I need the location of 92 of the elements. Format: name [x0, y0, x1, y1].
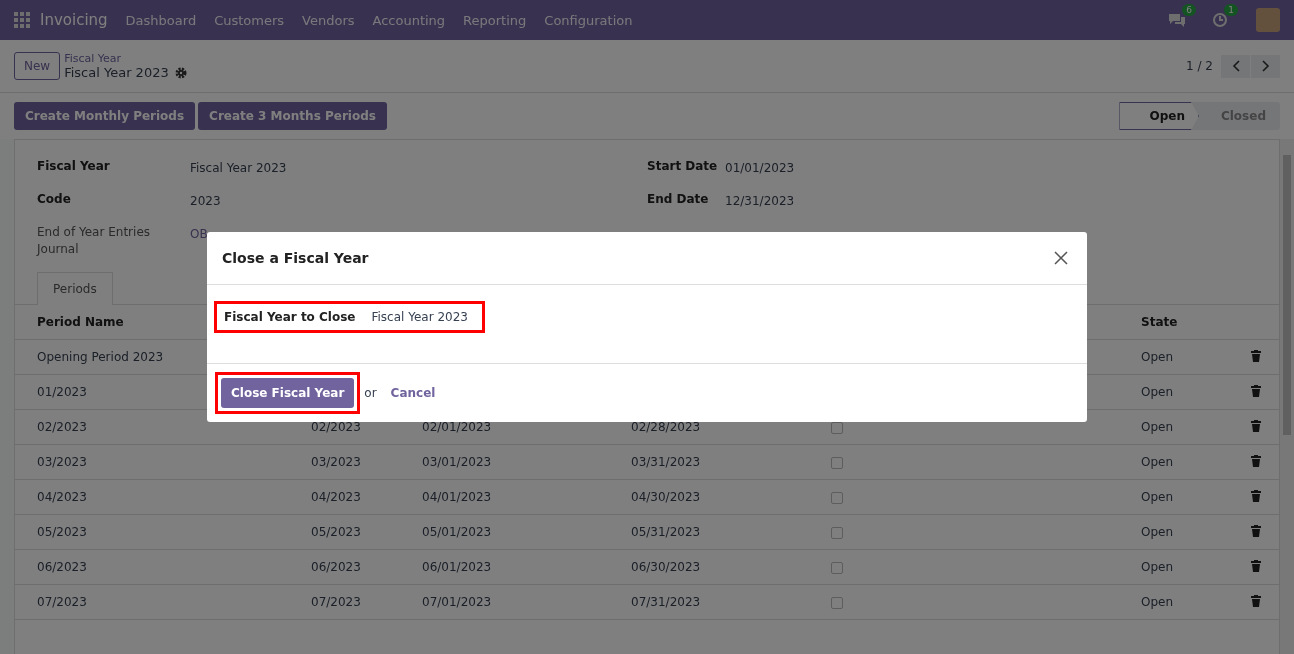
- field-value: 01/01/2023: [725, 160, 795, 177]
- activity-count-badge: 1: [1224, 4, 1238, 16]
- tab[interactable]: Periods: [37, 272, 113, 305]
- field-label: Fiscal Year: [37, 158, 111, 175]
- field-label: Code: [37, 191, 72, 208]
- table-cell: 07/2023: [37, 595, 87, 609]
- table-cell: Open: [1141, 455, 1174, 469]
- table-cell: 05/31/2023: [631, 525, 701, 539]
- apps-grid-icon[interactable]: [14, 12, 30, 28]
- table-cell: 03/2023: [311, 455, 361, 469]
- gear-icon[interactable]: [174, 66, 187, 79]
- table-cell: Open: [1141, 595, 1174, 609]
- field-label: End of Year Entries Journal: [37, 224, 151, 258]
- trash-icon[interactable]: [1251, 559, 1261, 572]
- new-button[interactable]: New: [14, 52, 61, 80]
- table-cell: 04/01/2023: [422, 490, 492, 504]
- dialog-title: Close a Fiscal Year: [222, 250, 369, 266]
- checkbox[interactable]: [831, 456, 843, 469]
- table-cell: 06/2023: [37, 560, 87, 574]
- table-cell: Open: [1141, 385, 1174, 399]
- checkbox[interactable]: [831, 526, 843, 539]
- trash-icon[interactable]: [1251, 454, 1261, 467]
- checkbox[interactable]: [831, 596, 843, 609]
- field-value: 2023: [190, 193, 221, 210]
- table-cell: 03/2023: [37, 455, 87, 469]
- status-stage[interactable]: Open: [1119, 102, 1199, 130]
- table-cell: 05/01/2023: [422, 525, 492, 539]
- journal-link[interactable]: OB: [190, 224, 208, 258]
- trash-icon[interactable]: [1251, 419, 1261, 432]
- checkbox[interactable]: [831, 561, 843, 574]
- table-cell: 04/30/2023: [631, 490, 701, 504]
- trash-icon[interactable]: [1251, 524, 1261, 537]
- column-header[interactable]: State: [1141, 315, 1178, 329]
- pager-value: 1 / 2: [1186, 59, 1213, 73]
- menu-item[interactable]: Customers: [214, 12, 285, 28]
- menu-item[interactable]: Dashboard: [125, 12, 197, 28]
- table-cell: 02/2023: [311, 420, 361, 434]
- table-cell: 05/2023: [311, 525, 361, 539]
- action-button[interactable]: Create Monthly Periods: [14, 102, 196, 130]
- table-cell: 07/01/2023: [422, 595, 492, 609]
- table-cell: Open: [1141, 560, 1174, 574]
- table-cell: 07/2023: [311, 595, 361, 609]
- menu-item[interactable]: Configuration: [544, 12, 633, 28]
- field-label: Start Date: [647, 158, 719, 175]
- table-cell: 06/2023: [311, 560, 361, 574]
- field-label: End Date: [647, 191, 710, 208]
- table-cell: 04/2023: [37, 490, 87, 504]
- column-header[interactable]: Period Name: [37, 315, 124, 329]
- action-button[interactable]: Create 3 Months Periods: [198, 102, 387, 130]
- table-cell: Open: [1141, 350, 1174, 364]
- table-cell: 02/01/2023: [422, 420, 492, 434]
- table-cell: 06/30/2023: [631, 560, 701, 574]
- table-cell: 02/2023: [37, 420, 87, 434]
- clock-icon[interactable]: [1212, 12, 1228, 28]
- field-value: 12/31/2023: [725, 193, 795, 210]
- close-icon: [1054, 251, 1068, 265]
- field-value: Fiscal Year 2023: [190, 160, 287, 177]
- previous-button[interactable]: [1221, 54, 1250, 78]
- scrollbar[interactable]: [1280, 139, 1294, 654]
- menu-item[interactable]: Accounting: [372, 12, 446, 28]
- table-cell: 03/31/2023: [631, 455, 701, 469]
- breadcrumb-link[interactable]: Fiscal Year: [64, 52, 187, 65]
- trash-icon[interactable]: [1251, 384, 1261, 397]
- trash-icon[interactable]: [1251, 349, 1261, 362]
- next-button[interactable]: [1251, 54, 1280, 78]
- table-cell: Open: [1141, 525, 1174, 539]
- checkbox[interactable]: [831, 491, 843, 504]
- chevron-left-icon: [1231, 60, 1240, 72]
- close-fiscal-year-button[interactable]: Close Fiscal Year: [221, 378, 355, 408]
- menu-item[interactable]: Reporting: [463, 12, 527, 28]
- field-label: Fiscal Year to Close: [224, 310, 356, 324]
- table-cell: 06/01/2023: [422, 560, 492, 574]
- record-title: Fiscal Year 2023: [64, 65, 169, 80]
- trash-icon[interactable]: [1251, 594, 1261, 607]
- field-value: Fiscal Year 2023: [371, 310, 468, 324]
- message-count-badge: 6: [1182, 4, 1196, 16]
- table-cell: 01/2023: [37, 385, 87, 399]
- trash-icon[interactable]: [1251, 489, 1261, 502]
- table-cell: Open: [1141, 490, 1174, 504]
- chevron-right-icon: [1261, 60, 1270, 72]
- table-cell: 02/28/2023: [631, 420, 701, 434]
- table-cell: Opening Period 2023: [37, 350, 164, 364]
- table-cell: 03/01/2023: [422, 455, 492, 469]
- table-cell: 04/2023: [311, 490, 361, 504]
- cancel-link[interactable]: Cancel: [390, 386, 436, 400]
- table-cell: 05/2023: [37, 525, 87, 539]
- menu-item[interactable]: Vendors: [302, 12, 355, 28]
- table-cell: Open: [1141, 420, 1174, 434]
- or-text: or: [364, 386, 377, 400]
- chat-icon[interactable]: [1168, 12, 1186, 28]
- app-name[interactable]: Invoicing: [40, 11, 108, 29]
- table-cell: 07/31/2023: [631, 595, 701, 609]
